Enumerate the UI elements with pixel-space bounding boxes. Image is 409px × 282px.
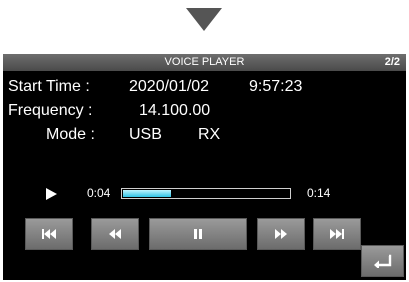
fast-forward-icon <box>275 229 287 239</box>
voice-player-screen: VOICE PLAYER 2/2 Start Time : 2020/01/02… <box>3 54 406 280</box>
total-time: 0:14 <box>307 186 331 200</box>
rewind-button[interactable] <box>91 218 139 250</box>
pause-icon <box>194 229 202 239</box>
progress-fill <box>123 190 171 197</box>
fast-forward-button[interactable] <box>257 218 305 250</box>
page-indicator: 2/2 <box>384 56 400 68</box>
mode-value: USB <box>129 126 162 143</box>
title-bar: VOICE PLAYER 2/2 <box>3 54 406 71</box>
frequency-value: 14.100.00 <box>139 102 211 119</box>
return-button[interactable] <box>361 245 404 277</box>
return-icon <box>373 254 391 268</box>
start-time-label: Start Time : <box>8 78 90 95</box>
down-arrow-icon <box>186 8 222 31</box>
skip-to-end-icon <box>330 229 344 239</box>
start-time-value: 9:57:23 <box>249 78 303 95</box>
start-date-value: 2020/01/02 <box>129 78 210 95</box>
frequency-label: Frequency : <box>8 102 93 119</box>
skip-to-end-button[interactable] <box>313 218 361 250</box>
play-status-icon <box>46 188 57 200</box>
direction-value: RX <box>198 126 221 143</box>
elapsed-time: 0:04 <box>87 186 111 200</box>
skip-to-start-icon <box>42 229 56 239</box>
progress-bar[interactable] <box>121 188 291 199</box>
rewind-icon <box>109 229 121 239</box>
pause-button[interactable] <box>149 218 247 250</box>
skip-to-start-button[interactable] <box>25 218 73 250</box>
mode-label: Mode : <box>46 126 95 143</box>
screen-title: VOICE PLAYER <box>164 56 245 68</box>
